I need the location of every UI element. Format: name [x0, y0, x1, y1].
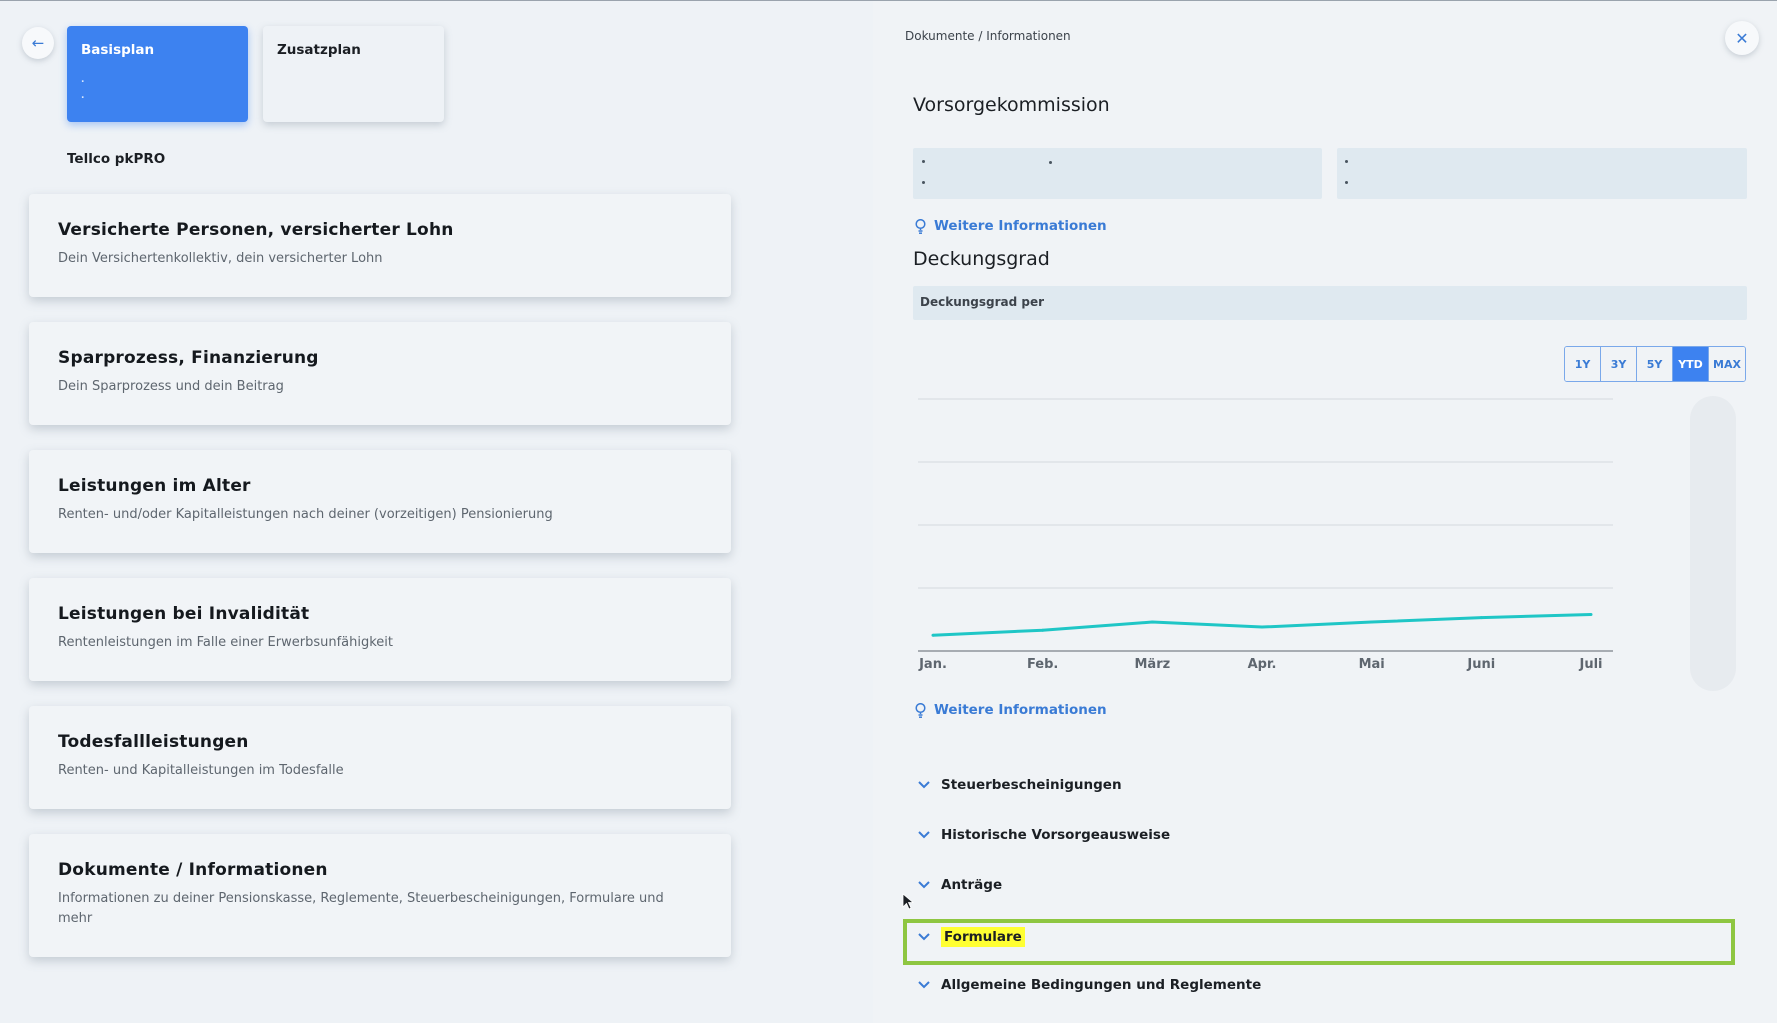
accordion-allgemeine-bedingungen[interactable]: Allgemeine Bedingungen und Reglemente: [917, 977, 1261, 993]
accordion-label: Historische Vorsorgeausweise: [941, 827, 1171, 843]
chart-x-tick-label: Feb.: [1027, 657, 1058, 672]
range-button-max[interactable]: MAX: [1709, 347, 1745, 381]
range-button-1y[interactable]: 1Y: [1565, 347, 1601, 381]
plan-tile-basisplan[interactable]: Basisplan ..: [67, 26, 248, 122]
section-title-deckungsgrad: Deckungsgrad: [913, 248, 1050, 270]
chart-series-line: [932, 612, 1592, 637]
accordion-label: Allgemeine Bedingungen und Reglemente: [941, 977, 1262, 993]
card-leistungen-alter[interactable]: Leistungen im Alter Renten- und/oder Kap…: [29, 450, 731, 553]
redacted-text: [1049, 161, 1052, 164]
card-subtitle: Rentenleistungen im Falle einer Erwerbsu…: [58, 635, 394, 650]
accordion-steuerbescheinigungen[interactable]: Steuerbescheinigungen: [917, 777, 1122, 793]
back-button[interactable]: ←: [22, 27, 54, 59]
mouse-cursor-icon: [902, 893, 914, 910]
range-button-3y[interactable]: 3Y: [1601, 347, 1637, 381]
chart-x-tick-label: März: [1134, 657, 1170, 672]
card-leistungen-invaliditaet[interactable]: Leistungen bei Invalidität Rentenleistun…: [29, 578, 731, 681]
highlight-focus-box: [903, 919, 1735, 965]
more-info-link-vorsorge[interactable]: Weitere Informationen: [915, 218, 1107, 234]
arrow-left-icon: ←: [31, 34, 45, 52]
redacted-text: [1345, 160, 1348, 163]
chevron-down-icon: [918, 933, 930, 941]
chart-data-point: [931, 633, 935, 637]
lightbulb-icon: [915, 702, 926, 718]
chart-x-tick-label: Juli: [1578, 657, 1602, 672]
chart-data-point: [1479, 616, 1483, 620]
deckungsgrad-per-bar: Deckungsgrad per: [913, 286, 1747, 320]
redacted-text: ..: [81, 75, 85, 101]
accordion-formulare[interactable]: Formulare: [917, 927, 1025, 947]
chevron-down-icon: [918, 781, 930, 789]
chevron-down-icon: [918, 831, 930, 839]
card-subtitle: Dein Versichertenkollektiv, dein versich…: [58, 251, 383, 266]
plan-tile-zusatzplan[interactable]: Zusatzplan: [263, 26, 444, 122]
accordion-label: Formulare: [941, 927, 1025, 947]
section-title-vorsorgekommission: Vorsorgekommission: [913, 94, 1110, 116]
range-button-ytd[interactable]: YTD: [1673, 347, 1709, 381]
chart-data-point: [1150, 620, 1154, 624]
plan-tile-label: Basisplan: [81, 42, 155, 58]
chart-x-tick-label: Apr.: [1248, 657, 1277, 672]
more-info-label: Weitere Informationen: [934, 702, 1107, 718]
card-title: Todesfallleistungen: [58, 732, 249, 752]
card-title: Leistungen bei Invalidität: [58, 604, 310, 624]
chart-x-tick-label: Jan.: [918, 657, 947, 672]
card-subtitle: Renten- und Kapitalleistungen im Todesfa…: [58, 763, 344, 778]
card-versicherte-personen[interactable]: Versicherte Personen, versicherter Lohn …: [29, 194, 731, 297]
redacted-text: [922, 181, 925, 184]
chart-data-point: [1260, 625, 1264, 629]
card-title: Versicherte Personen, versicherter Lohn: [58, 220, 454, 240]
provider-name: Tellco pkPRO: [67, 151, 166, 167]
time-range-selector: 1Y 3Y 5Y YTD MAX: [1564, 346, 1746, 382]
more-info-link-deckungsgrad[interactable]: Weitere Informationen: [915, 702, 1107, 718]
accordion-antraege[interactable]: Anträge: [917, 877, 1002, 893]
plan-overview-pane: ← Basisplan .. Zusatzplan Tellco pkPRO V…: [0, 1, 870, 1023]
deckungsgrad-line-chart: Jan. Feb. März Apr. Mai Juni Juli: [918, 398, 1613, 672]
card-title: Sparprozess, Finanzierung: [58, 348, 319, 368]
redacted-text: [922, 160, 925, 163]
plan-tile-label: Zusatzplan: [277, 42, 361, 58]
card-todesfallleistungen[interactable]: Todesfallleistungen Renten- und Kapitall…: [29, 706, 731, 809]
accordion-historische-vorsorgeausweise[interactable]: Historische Vorsorgeausweise: [917, 827, 1170, 843]
lightbulb-icon: [915, 218, 926, 234]
chevron-down-icon: [918, 881, 930, 889]
vorsorge-member-box-1: [913, 148, 1322, 199]
card-subtitle: Renten- und/oder Kapitalleistungen nach …: [58, 507, 553, 522]
redacted-text: [1345, 181, 1348, 184]
chart-data-point: [1589, 612, 1593, 616]
chart-data-point: [1370, 620, 1374, 624]
card-sparprozess[interactable]: Sparprozess, Finanzierung Dein Sparproze…: [29, 322, 731, 425]
card-title: Dokumente / Informationen: [58, 860, 328, 880]
documents-detail-pane: Dokumente / Informationen ✕ Vorsorgekomm…: [873, 1, 1777, 1023]
accordion-label: Anträge: [941, 877, 1003, 893]
chart-x-tick-label: Mai: [1359, 657, 1385, 672]
chart-data-point: [1041, 628, 1045, 632]
deckungsgrad-per-label: Deckungsgrad per: [920, 295, 1045, 309]
card-subtitle: Dein Sparprozess und dein Beitrag: [58, 379, 284, 394]
more-info-label: Weitere Informationen: [934, 218, 1107, 234]
card-dokumente-informationen[interactable]: Dokumente / Informationen Informationen …: [29, 834, 731, 957]
card-title: Leistungen im Alter: [58, 476, 251, 496]
vorsorge-member-box-2: [1337, 148, 1747, 199]
close-icon: ✕: [1735, 28, 1749, 48]
close-button[interactable]: ✕: [1725, 21, 1759, 55]
chevron-down-icon: [918, 981, 930, 989]
breadcrumb: Dokumente / Informationen: [905, 29, 1071, 43]
range-button-5y[interactable]: 5Y: [1637, 347, 1673, 381]
card-subtitle: Informationen zu deiner Pensionskasse, R…: [58, 891, 664, 926]
chart-x-tick-label: Juni: [1466, 657, 1495, 672]
accordion-label: Steuerbescheinigungen: [941, 777, 1122, 793]
